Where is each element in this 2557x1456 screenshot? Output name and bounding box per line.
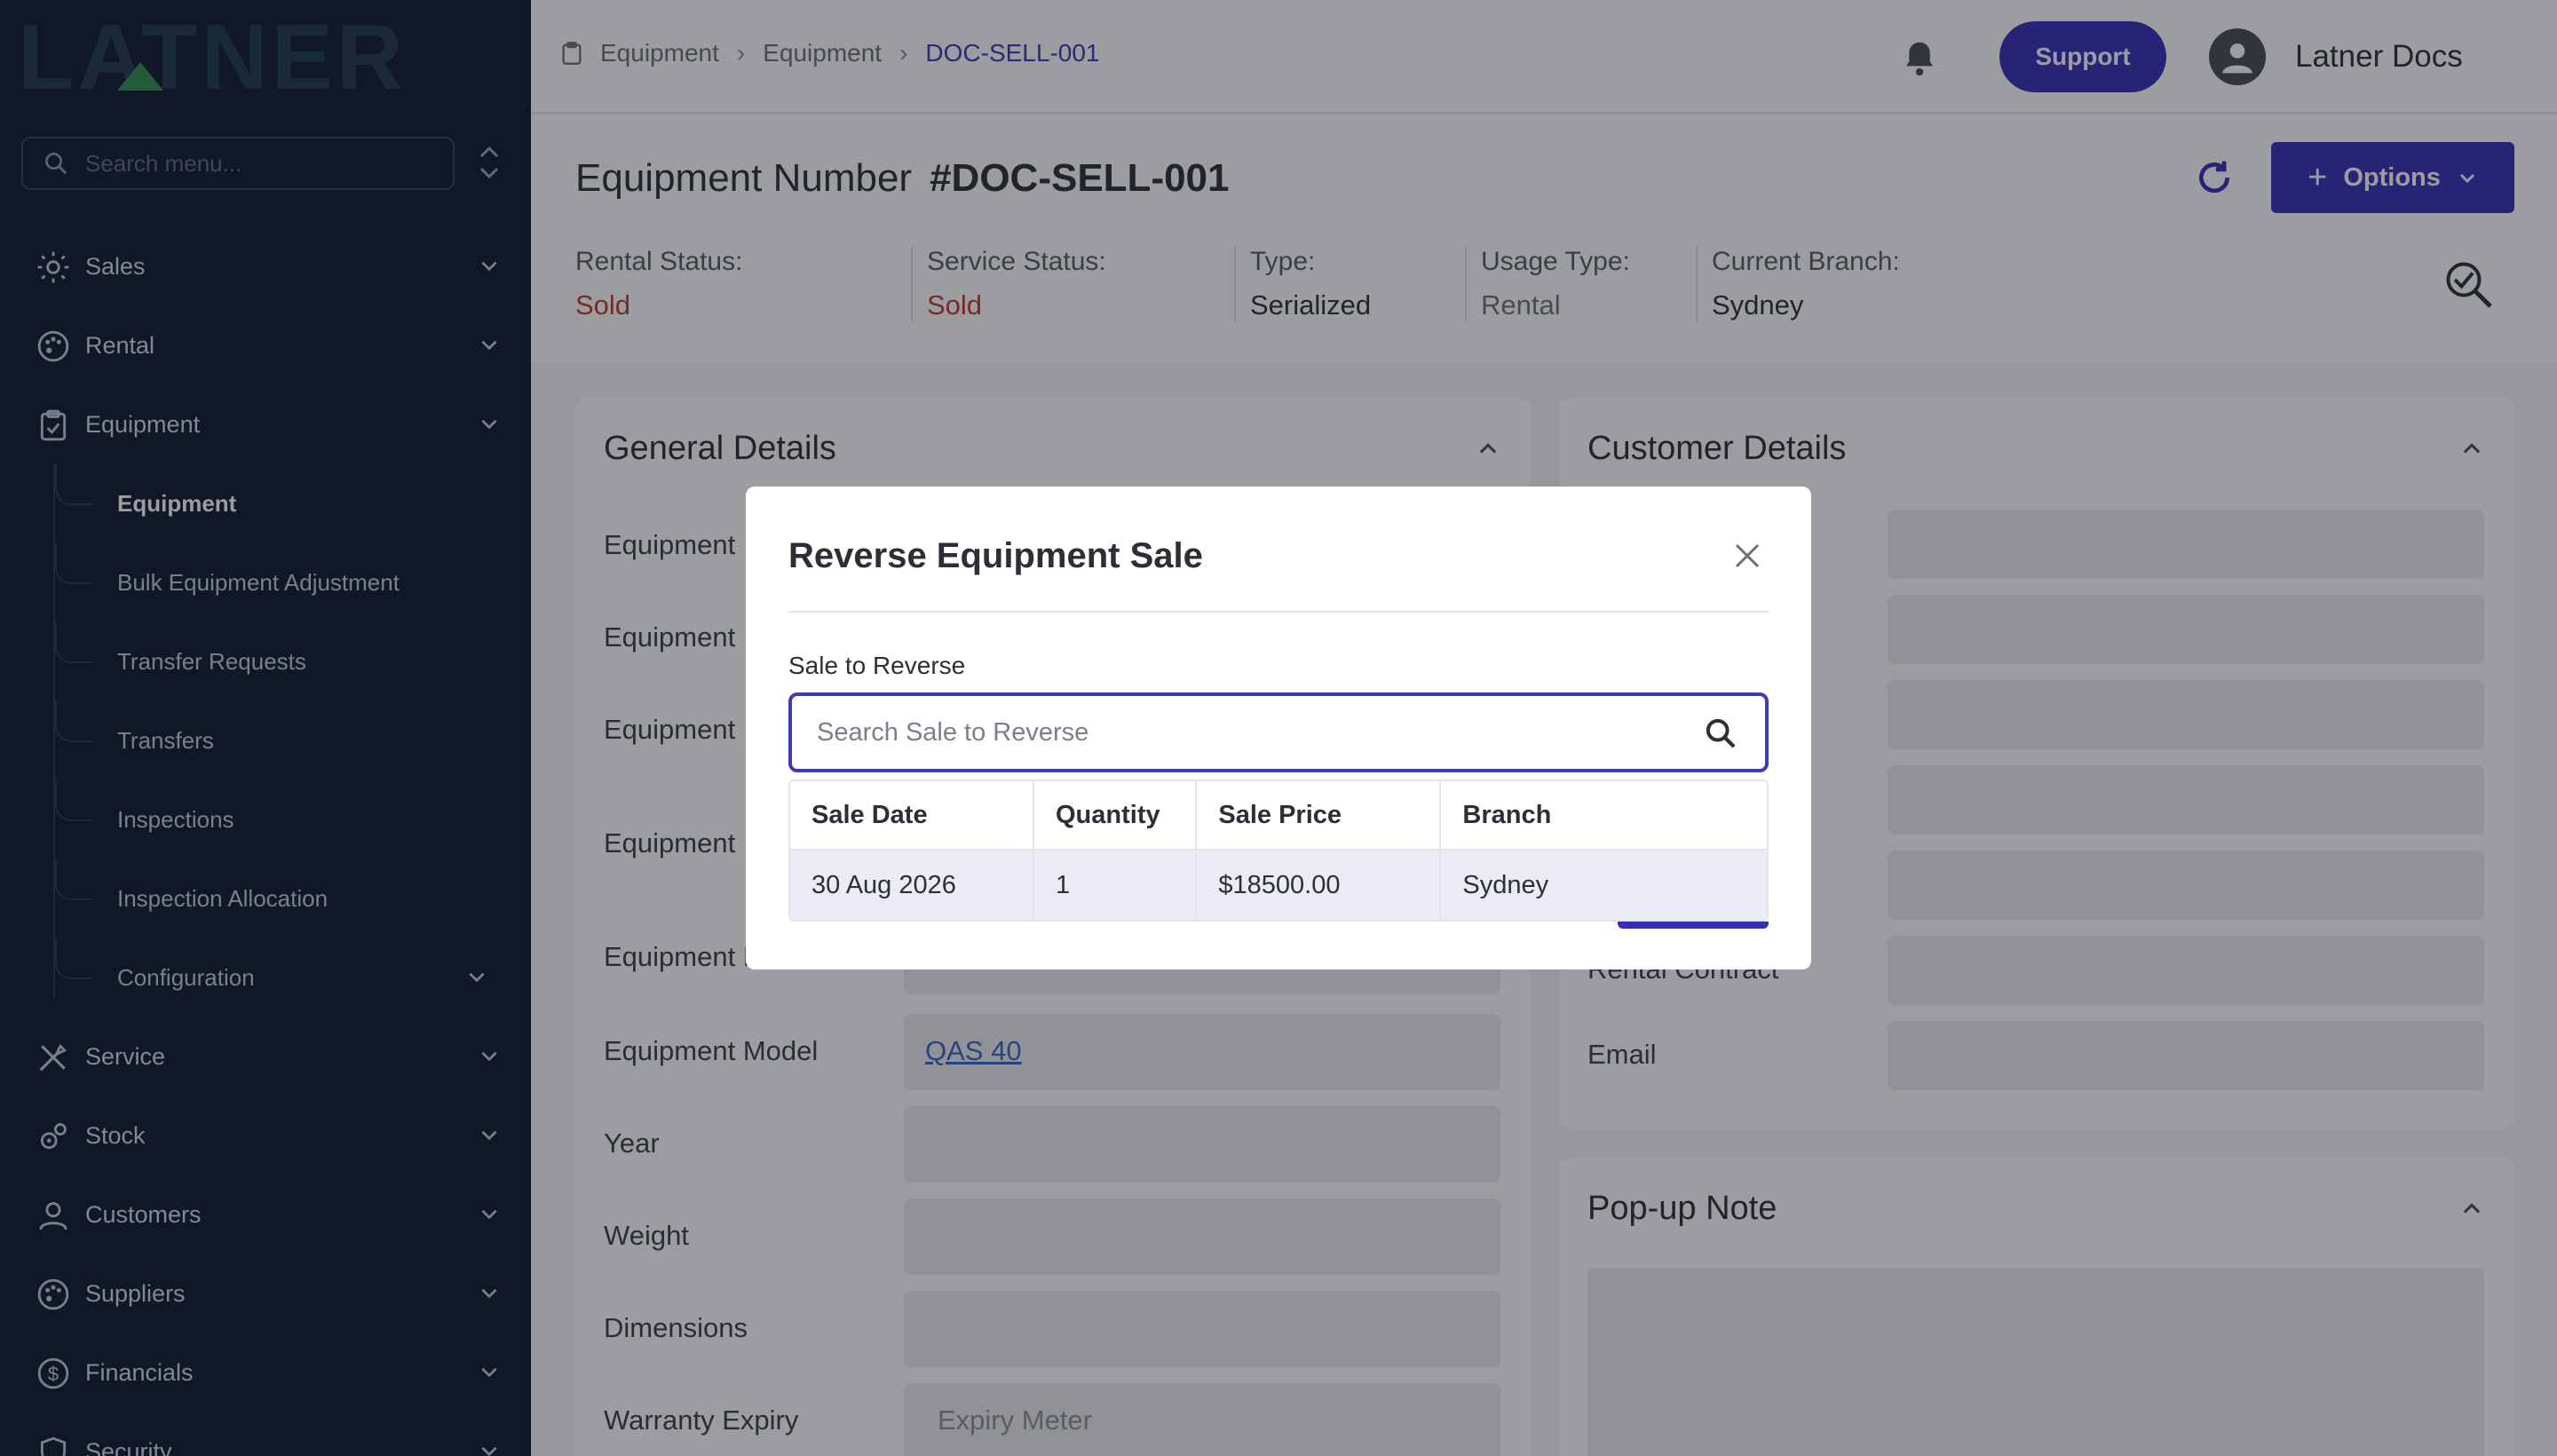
sale-search-placeholder: Search Sale to Reverse bbox=[817, 717, 1089, 747]
column-header: Sale Date bbox=[790, 781, 1034, 849]
sale-results-dropdown: Sale Date Quantity Sale Price Branch 30 … bbox=[788, 779, 1769, 922]
column-header: Branch bbox=[1462, 800, 1552, 829]
confirm-button-edge[interactable] bbox=[1618, 922, 1769, 929]
reverse-sale-modal: Reverse Equipment Sale Sale to Reverse S… bbox=[746, 487, 1811, 969]
column-header: Quantity bbox=[1034, 781, 1198, 849]
branch-cell: Sydney bbox=[1462, 870, 1549, 899]
column-header: Sale Price bbox=[1197, 781, 1442, 849]
sale-price-cell: $18500.00 bbox=[1197, 851, 1442, 920]
sale-to-reverse-label: Sale to Reverse bbox=[788, 652, 966, 679]
quantity-cell: 1 bbox=[1034, 851, 1198, 920]
modal-title: Reverse Equipment Sale bbox=[788, 536, 1203, 575]
divider bbox=[788, 611, 1769, 613]
table-header-row: Sale Date Quantity Sale Price Branch bbox=[790, 781, 1767, 851]
close-icon[interactable] bbox=[1731, 540, 1763, 572]
sale-date-cell: 30 Aug 2026 bbox=[790, 851, 1034, 920]
table-row[interactable]: 30 Aug 2026 1 $18500.00 Sydney bbox=[790, 851, 1767, 920]
search-icon[interactable] bbox=[1703, 716, 1738, 751]
sale-search-input[interactable]: Search Sale to Reverse bbox=[788, 692, 1769, 772]
